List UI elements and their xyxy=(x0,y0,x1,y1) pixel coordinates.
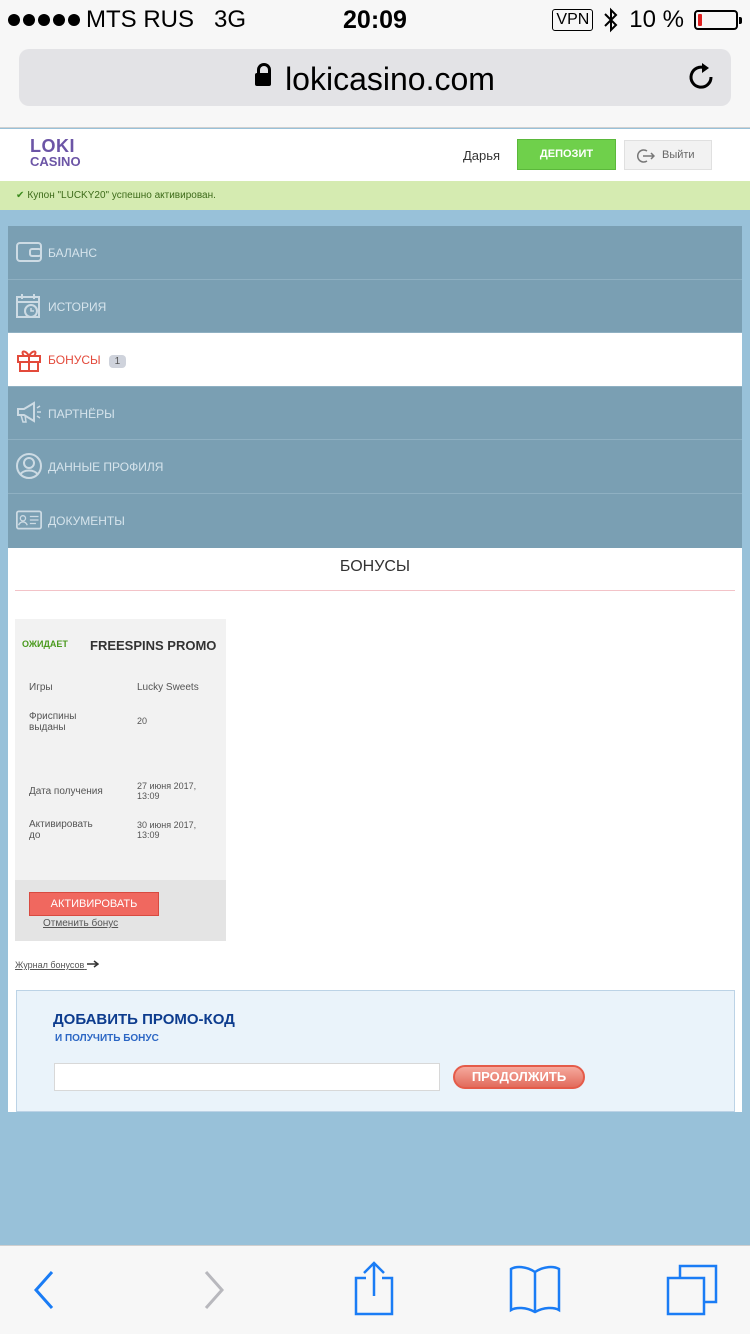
menu-item-bonuses[interactable]: БОНУСЫ 1 xyxy=(8,333,742,387)
battery-icon xyxy=(694,10,742,30)
id-card-icon xyxy=(16,510,42,530)
arrow-right-icon xyxy=(86,960,100,968)
battery-level xyxy=(698,14,702,26)
promo-title: ДОБАВИТЬ ПРОМО-КОД xyxy=(53,1011,235,1028)
bonus-count-badge: 1 xyxy=(108,355,127,369)
status-bar: MTS RUS 3G 20:09 VPN 10 % xyxy=(0,0,750,40)
lock-icon xyxy=(255,63,272,87)
menu-item-history[interactable]: ИСТОРИЯ xyxy=(8,279,742,334)
activate-until-label: Активировать до xyxy=(29,819,93,841)
menu-item-partners[interactable]: ПАРТНЁРЫ xyxy=(8,386,742,441)
bonus-journal-link[interactable]: Журнал бонусов xyxy=(15,960,100,970)
deposit-button[interactable]: ДЕПОЗИТ xyxy=(517,139,616,170)
logout-button[interactable]: Выйти xyxy=(624,140,712,170)
menu-item-balance[interactable]: БАЛАНС xyxy=(8,226,742,280)
notice-text: Купон "LUCKY20" успешно активирован. xyxy=(27,190,216,201)
promo-subtitle: И ПОЛУЧИТЬ БОНУС xyxy=(55,1033,159,1044)
logout-icon xyxy=(637,149,655,163)
received-time: 13:09 xyxy=(137,791,160,801)
bonuses-panel: БОНУСЫ ОЖИДАЕТ FREESPINS PROMO Игры Luck… xyxy=(8,548,742,1112)
tabs-icon[interactable] xyxy=(666,1264,720,1316)
journal-link-label: Журнал бонусов xyxy=(15,960,85,970)
site-header: LOKI CASINO Дарья ДЕПОЗИТ Выйти xyxy=(0,129,750,181)
received-value: 27 июня 2017, 13:09 xyxy=(137,781,196,801)
games-label: Игры xyxy=(29,682,53,693)
forward-icon[interactable] xyxy=(198,1266,228,1314)
menu-item-label-group: БОНУСЫ 1 xyxy=(48,353,127,369)
browser-toolbar xyxy=(0,1245,750,1334)
loki-casino-logo[interactable]: LOKI CASINO xyxy=(30,136,81,170)
bookmarks-icon[interactable] xyxy=(508,1264,562,1314)
menu-item-documents[interactable]: ДОКУМЕНТЫ xyxy=(8,493,742,548)
menu-item-label: БОНУСЫ xyxy=(48,353,101,368)
share-icon[interactable] xyxy=(352,1260,396,1316)
spins-label-line-1: Фриспины xyxy=(29,711,77,722)
activate-until-date: 30 июня 2017, xyxy=(137,820,197,830)
calendar-clock-icon xyxy=(16,293,40,318)
wallet-icon xyxy=(16,242,42,262)
status-right: VPN 10 % xyxy=(552,6,742,34)
activate-until-value: 30 июня 2017, 13:09 xyxy=(137,820,196,840)
menu-item-label: ДОКУМЕНТЫ xyxy=(48,513,125,528)
address-text-container: lokicasino.com xyxy=(19,61,731,98)
browser-chrome: lokicasino.com xyxy=(0,40,750,128)
spins-value: 20 xyxy=(137,716,148,726)
title-divider xyxy=(15,590,735,591)
menu-item-label: ПАРТНЁРЫ xyxy=(48,406,115,421)
menu-item-label: БАЛАНС xyxy=(48,246,98,260)
page-title: БОНУСЫ xyxy=(339,558,411,575)
bonus-name: FREESPINS PROMO xyxy=(90,638,217,653)
activate-until-time: 13:09 xyxy=(137,830,160,840)
activate-until-line-2: до xyxy=(29,830,41,841)
promo-code-input[interactable] xyxy=(54,1063,440,1091)
logout-label: Выйти xyxy=(662,149,695,161)
promo-code-section: ДОБАВИТЬ ПРОМО-КОД И ПОЛУЧИТЬ БОНУС ПРОД… xyxy=(16,990,735,1112)
menu-item-label: ИСТОРИЯ xyxy=(48,299,107,314)
received-label: Дата получения xyxy=(29,786,103,797)
spins-label: Фриспины выданы xyxy=(29,711,76,733)
spins-label-line-2: выданы xyxy=(29,722,66,733)
activate-until-line-1: Активировать xyxy=(29,819,93,830)
success-notice: ✔ Купон "LUCKY20" успешно активирован. xyxy=(0,181,750,210)
vpn-indicator: VPN xyxy=(552,9,594,31)
back-icon[interactable] xyxy=(30,1266,60,1314)
bonus-card-footer: АКТИВИРОВАТЬ Отменить бонус xyxy=(15,880,226,941)
logo-line-1: LOKI xyxy=(30,136,75,156)
user-icon xyxy=(16,453,42,480)
address-url: lokicasino.com xyxy=(285,61,495,97)
continue-button[interactable]: ПРОДОЛЖИТЬ xyxy=(453,1065,585,1089)
menu-item-profile[interactable]: ДАННЫЕ ПРОФИЛЯ xyxy=(8,440,742,494)
reload-icon[interactable] xyxy=(685,61,717,93)
status-badge: ОЖИДАЕТ xyxy=(22,639,68,649)
check-icon: ✔ xyxy=(16,190,25,201)
gift-icon xyxy=(17,350,41,373)
megaphone-icon xyxy=(17,401,41,423)
games-value: Lucky Sweets xyxy=(137,682,199,693)
menu-item-label: ДАННЫЕ ПРОФИЛЯ xyxy=(48,460,164,475)
cancel-bonus-link[interactable]: Отменить бонус xyxy=(43,918,118,929)
battery-percent: 10 % xyxy=(629,6,684,33)
activate-button[interactable]: АКТИВИРОВАТЬ xyxy=(29,892,159,916)
username[interactable]: Дарья xyxy=(463,148,500,163)
logo-line-2: CASINO xyxy=(30,154,81,169)
bluetooth-icon xyxy=(604,7,618,33)
received-date: 27 июня 2017, xyxy=(137,781,197,791)
address-bar[interactable]: lokicasino.com xyxy=(19,49,731,106)
bonus-card: ОЖИДАЕТ FREESPINS PROMO Игры Lucky Sweet… xyxy=(15,619,226,941)
account-menu: БАЛАНС ИСТОРИЯ БОНУСЫ 1 ПАРТНЁРЫ ДАННЫЕ П… xyxy=(8,226,742,548)
